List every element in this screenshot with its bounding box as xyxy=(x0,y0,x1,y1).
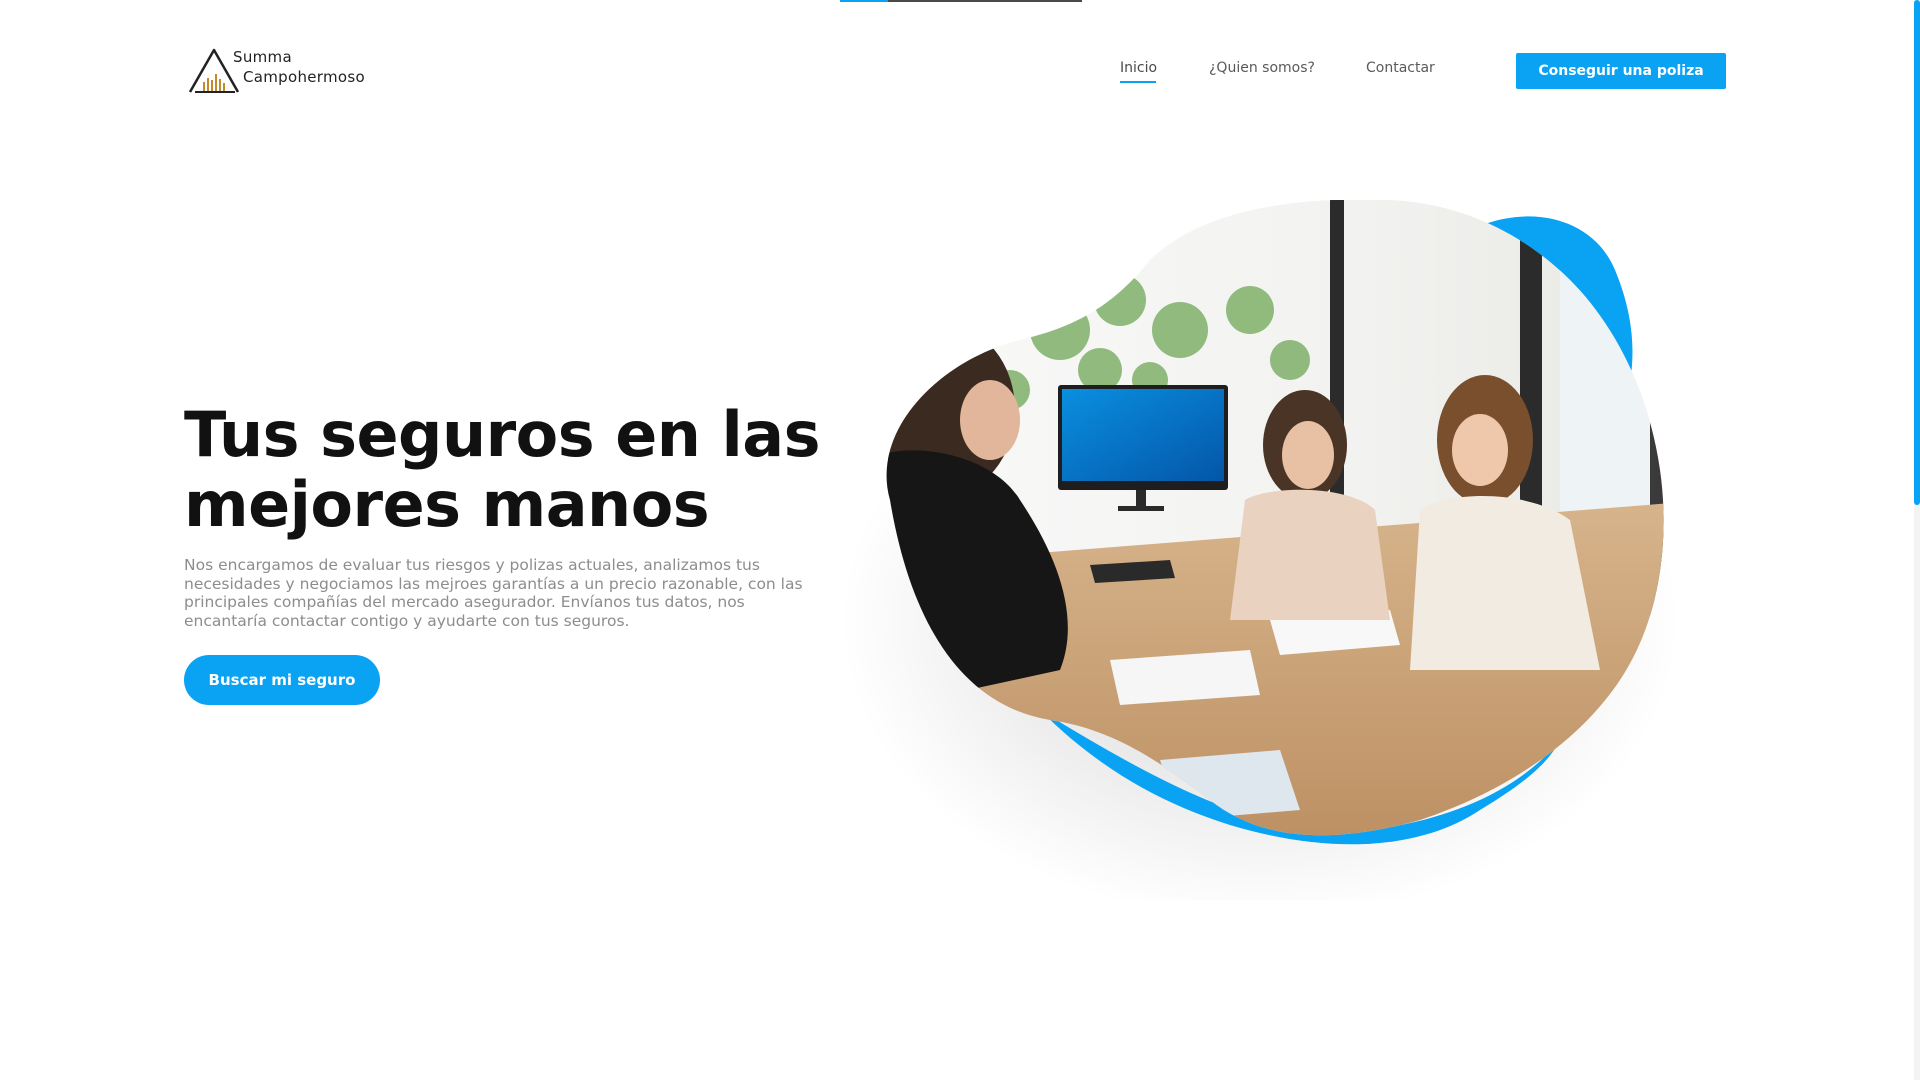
page: Summa Campohermoso Inicio ¿Quien somos? … xyxy=(0,0,1920,1080)
get-policy-button[interactable]: Conseguir una poliza xyxy=(1516,53,1726,89)
brand-name-line2: Campohermoso xyxy=(243,68,365,86)
page-scrollbar[interactable] xyxy=(1914,0,1920,1080)
nav-active-underline xyxy=(1120,81,1156,83)
nav-link-inicio[interactable]: Inicio xyxy=(1120,60,1157,76)
scrollbar-thumb[interactable] xyxy=(1914,0,1920,505)
top-progress-bar xyxy=(840,0,1082,2)
nav-link-quien-somos[interactable]: ¿Quien somos? xyxy=(1209,60,1315,76)
top-progress-fill xyxy=(840,0,888,2)
brand-logo[interactable]: Summa Campohermoso xyxy=(188,46,378,94)
brand-name-line1: Summa xyxy=(233,48,292,66)
hero-description: Nos encargamos de evaluar tus riesgos y … xyxy=(184,556,803,630)
hero-title: Tus seguros en las mejores manos xyxy=(184,400,884,540)
hero-title-line2: mejores manos xyxy=(184,468,710,541)
find-insurance-button[interactable]: Buscar mi seguro xyxy=(184,655,380,705)
hero-title-line1: Tus seguros en las xyxy=(184,398,821,471)
nav-link-contactar[interactable]: Contactar xyxy=(1366,60,1435,76)
hero-image xyxy=(840,200,1680,900)
